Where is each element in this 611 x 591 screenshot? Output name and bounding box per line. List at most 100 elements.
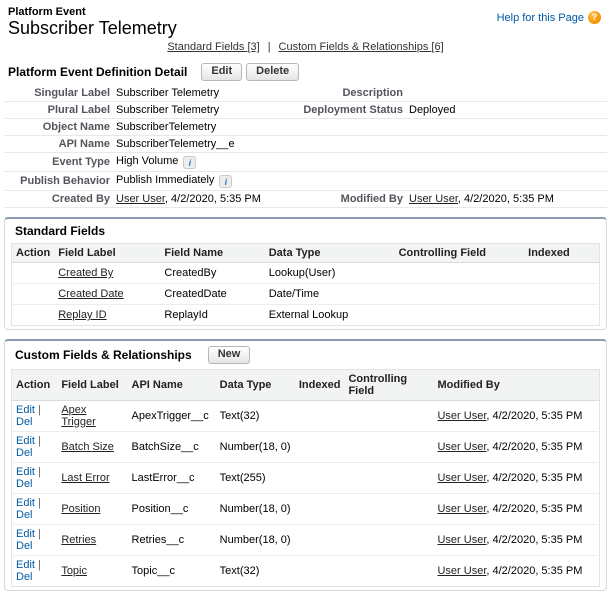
edit-link[interactable]: Edit (16, 466, 35, 478)
col-data-type: Data Type (216, 370, 295, 401)
edit-link[interactable]: Edit (16, 528, 35, 540)
action-cell: Edit | Del (12, 432, 58, 463)
col-controlling-field: Controlling Field (395, 244, 525, 263)
detail-row: Object Name SubscriberTelemetry (4, 119, 607, 136)
new-button[interactable]: New (208, 346, 251, 364)
nav-link-custom-fields[interactable]: Custom Fields & Relationships [6] (279, 41, 444, 53)
custom-field-link[interactable]: Apex Trigger (61, 404, 95, 428)
created-by-user-link[interactable]: User User (116, 193, 165, 205)
col-field-label: Field Label (57, 370, 127, 401)
col-api-name: API Name (128, 370, 216, 401)
modified-by-user-link[interactable]: User User (437, 534, 486, 546)
col-data-type: Data Type (265, 244, 395, 263)
edit-link[interactable]: Edit (16, 404, 35, 416)
table-row: Created Date CreatedDate Date/Time (12, 284, 600, 305)
modified-by-cell: User User, 4/2/2020, 5:35 PM (433, 432, 599, 463)
detail-row: Singular Label Subscriber Telemetry Desc… (4, 85, 607, 102)
standard-field-link[interactable]: Replay ID (58, 309, 106, 321)
action-cell: Edit | Del (12, 494, 58, 525)
del-link[interactable]: Del (16, 416, 33, 428)
standard-field-link[interactable]: Created Date (58, 288, 123, 300)
platform-event-detail-section: Platform Event Definition Detail Edit De… (4, 61, 607, 208)
detail-row: Plural Label Subscriber Telemetry Deploy… (4, 102, 607, 119)
del-link[interactable]: Del (16, 509, 33, 521)
field-value-publish-behavior: Publish Immediatelyi (116, 172, 301, 191)
del-link[interactable]: Del (16, 478, 33, 490)
delete-button[interactable]: Delete (246, 63, 299, 81)
custom-field-link[interactable]: Position (61, 503, 100, 515)
detail-buttons: Edit Delete (201, 63, 299, 81)
edit-link[interactable]: Edit (16, 559, 35, 571)
custom-fields-section: Custom Fields & Relationships New Action… (4, 339, 607, 591)
nav-separator: | (268, 41, 271, 53)
edit-link[interactable]: Edit (16, 435, 35, 447)
field-label-publish-behavior: Publish Behavior (4, 172, 116, 191)
field-label-modified-by: Modified By (301, 191, 409, 208)
nav-link-standard-fields[interactable]: Standard Fields [3] (167, 41, 259, 53)
field-value-modified-by: User User, 4/2/2020, 5:35 PM (409, 191, 607, 208)
table-header-row: Action Field Label Field Name Data Type … (12, 244, 600, 263)
modified-by-user-link[interactable]: User User (437, 503, 486, 515)
modified-by-cell: User User, 4/2/2020, 5:35 PM (433, 463, 599, 494)
help-area: Help for this Page ? (497, 11, 601, 24)
edit-button[interactable]: Edit (201, 63, 242, 81)
modified-by-user-link[interactable]: User User (437, 472, 486, 484)
col-indexed: Indexed (295, 370, 345, 401)
custom-field-link[interactable]: Last Error (61, 472, 109, 484)
action-cell: Edit | Del (12, 463, 58, 494)
modified-by-user-link[interactable]: User User (437, 441, 486, 453)
modified-by-cell: User User, 4/2/2020, 5:35 PM (433, 494, 599, 525)
table-header-row: Action Field Label API Name Data Type In… (12, 370, 600, 401)
detail-row: API Name SubscriberTelemetry__e (4, 136, 607, 153)
detail-row: Publish Behavior Publish Immediatelyi (4, 172, 607, 191)
field-value-plural-label: Subscriber Telemetry (116, 102, 301, 119)
custom-field-link[interactable]: Batch Size (61, 441, 114, 453)
table-row: Edit | Del Apex Trigger ApexTrigger__c T… (12, 401, 600, 432)
modified-by-user-link[interactable]: User User (437, 410, 486, 422)
table-row: Replay ID ReplayId External Lookup (12, 305, 600, 326)
del-link[interactable]: Del (16, 540, 33, 552)
section-nav: Standard Fields [3] | Custom Fields & Rela… (0, 41, 611, 53)
field-value-deployment-status: Deployed (409, 102, 607, 119)
table-row: Edit | Del Position Position__c Number(1… (12, 494, 600, 525)
del-link[interactable]: Del (16, 571, 33, 583)
info-icon[interactable]: i (219, 175, 232, 188)
table-row: Created By CreatedBy Lookup(User) (12, 263, 600, 284)
col-action: Action (12, 244, 55, 263)
table-row: Edit | Del Batch Size BatchSize__c Numbe… (12, 432, 600, 463)
help-question-icon[interactable]: ? (588, 11, 601, 24)
col-indexed: Indexed (524, 244, 599, 263)
field-label-object-name: Object Name (4, 119, 116, 136)
action-cell: Edit | Del (12, 401, 58, 432)
custom-field-link[interactable]: Retries (61, 534, 96, 546)
field-label-singular-label: Singular Label (4, 85, 116, 102)
modified-by-user-link[interactable]: User User (437, 565, 486, 577)
standard-fields-title: Standard Fields (15, 224, 105, 238)
table-row: Edit | Del Last Error LastError__c Text(… (12, 463, 600, 494)
custom-field-link[interactable]: Topic (61, 565, 87, 577)
del-link[interactable]: Del (16, 447, 33, 459)
field-value-singular-label: Subscriber Telemetry (116, 85, 301, 102)
field-value-api-name: SubscriberTelemetry__e (116, 136, 301, 153)
col-action: Action (12, 370, 58, 401)
detail-section-header: Platform Event Definition Detail Edit De… (4, 61, 607, 85)
modified-by-cell: User User, 4/2/2020, 5:35 PM (433, 401, 599, 432)
standard-field-link[interactable]: Created By (58, 267, 113, 279)
col-controlling-field: Controlling Field (344, 370, 433, 401)
field-label-created-by: Created By (4, 191, 116, 208)
info-icon[interactable]: i (183, 156, 196, 169)
field-label-deployment-status: Deployment Status (301, 102, 409, 119)
edit-link[interactable]: Edit (16, 497, 35, 509)
table-row: Edit | Del Topic Topic__c Text(32) User … (12, 556, 600, 587)
field-label-plural-label: Plural Label (4, 102, 116, 119)
field-value-object-name: SubscriberTelemetry (116, 119, 301, 136)
custom-fields-title: Custom Fields & Relationships (15, 348, 192, 362)
help-for-this-page-link[interactable]: Help for this Page (497, 12, 584, 24)
col-field-name: Field Name (160, 244, 264, 263)
field-label-event-type: Event Type (4, 153, 116, 172)
col-field-label: Field Label (54, 244, 160, 263)
modified-by-user-link[interactable]: User User (409, 193, 458, 205)
detail-row: Event Type High Volumei (4, 153, 607, 172)
standard-fields-header: Standard Fields (11, 219, 600, 243)
standard-fields-section: Standard Fields Action Field Label Field… (4, 217, 607, 330)
